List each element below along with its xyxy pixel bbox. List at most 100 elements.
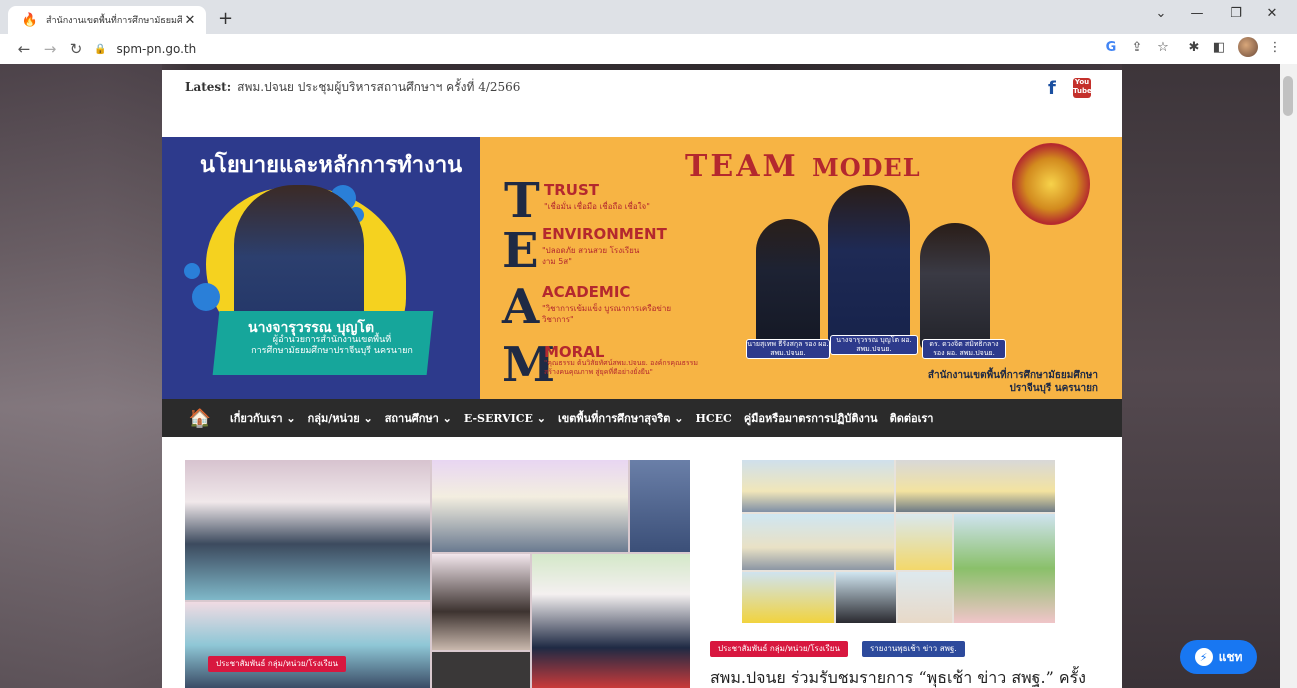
photo-collage-tile	[432, 554, 530, 650]
director-subtitle-line: การศึกษามัธยมศึกษาปราจีนบุรี นครนายก	[251, 346, 413, 356]
site-favicon-icon: 🔥	[21, 12, 39, 28]
browser-tab[interactable]: 🔥 สำนักงานเขตพื้นที่การศึกษามัธยมศึกษ ✕	[8, 6, 206, 34]
url-text: spm-pn.go.th	[116, 42, 197, 56]
messenger-icon: ⚡	[1194, 648, 1213, 666]
category-tag[interactable]: ประชาสัมพันธ์ กลุ่ม/หน่วย/โรงเรียน	[710, 641, 848, 657]
messenger-chat-button[interactable]: ⚡ แชท	[1180, 640, 1257, 674]
side-panel-icon[interactable]: ◧	[1210, 40, 1228, 55]
photo-collage-tile	[432, 652, 530, 688]
photo-collage-tile	[630, 460, 690, 552]
post-headline[interactable]: สพม.ปจนย ร่วมรับชมรายการ “พุธเช้า ข่าว ส…	[710, 666, 1086, 688]
photo-collage-tile	[742, 572, 834, 623]
browser-tab-strip: 🔥 สำนักงานเขตพื้นที่การศึกษามัธยมศึกษ ✕ …	[0, 0, 1297, 34]
decorative-circle	[192, 283, 220, 311]
team-word: TEAM	[685, 149, 799, 184]
deputy-photo	[920, 223, 990, 349]
office-emblem-icon	[1012, 143, 1090, 225]
value-letter: T	[504, 173, 540, 229]
bookmark-star-icon[interactable]: ☆	[1154, 40, 1172, 55]
address-bar: ← → ↻ 🔒 spm-pn.go.th G ⇪ ☆ ✱ ◧ ⋮	[0, 34, 1297, 65]
nav-item-groups[interactable]: กลุ่ม/หน่วย ⌄	[308, 409, 373, 427]
background-right-image	[1122, 64, 1280, 688]
value-subtitle: "คุณธรรม ต้นวิสัยทัศน์สพม.ปจนย. องค์กรคุ…	[544, 359, 698, 376]
forward-icon[interactable]: →	[40, 40, 60, 58]
value-heading: TRUST	[544, 181, 599, 199]
deputy-photo	[756, 219, 820, 349]
extensions-icon[interactable]: ✱	[1185, 40, 1203, 55]
value-heading: ACADEMIC	[542, 283, 631, 301]
url-field[interactable]: 🔒 spm-pn.go.th	[94, 38, 1094, 60]
nav-item-integrity[interactable]: เขตพื้นที่การศึกษาสุจริต ⌄	[558, 409, 684, 427]
latest-news-bar: Latest: สพม.ปจนย ประชุมผู้บริหารสถานศึกษ…	[162, 70, 1122, 104]
facebook-icon[interactable]: f	[1048, 78, 1056, 99]
tab-title: สำนักงานเขตพื้นที่การศึกษามัธยมศึกษ	[46, 16, 182, 26]
nav-item-hcec[interactable]: HCEC	[696, 412, 732, 425]
office-name-line: สำนักงานเขตพื้นที่การศึกษามัธยมศึกษา	[927, 370, 1098, 381]
post-image[interactable]	[742, 460, 1055, 623]
value-letter: E	[502, 223, 539, 279]
photo-collage-tile	[836, 572, 896, 623]
photo-collage-tile	[898, 572, 952, 623]
value-letter: A	[502, 279, 540, 335]
photo-caption: ดร. ดวงจิต สมิทธิกลาง รอง ผอ. สพม.ปจนย.	[922, 339, 1006, 359]
window-close-icon[interactable]: ✕	[1262, 6, 1282, 21]
photo-collage-tile	[185, 602, 430, 688]
latest-news-link[interactable]: สพม.ปจนย ประชุมผู้บริหารสถานศึกษาฯ ครั้ง…	[237, 78, 520, 97]
category-tag[interactable]: รายงานพุธเช้า ข่าว สพฐ.	[862, 641, 965, 657]
team-model-title: TEAM MODEL	[685, 149, 921, 184]
photo-collage-tile	[185, 460, 430, 600]
director-photo-right	[828, 185, 910, 349]
photo-collage-tile	[896, 514, 952, 570]
page-scrollbar[interactable]	[1280, 64, 1297, 688]
chat-label: แชท	[1218, 649, 1243, 664]
value-subtitle: "วิชาการเข้มแข็ง บูรณาการเครือข่ายวิชากา…	[542, 304, 672, 324]
category-tag[interactable]: ประชาสัมพันธ์ กลุ่ม/หน่วย/โรงเรียน	[208, 656, 346, 672]
youtube-icon[interactable]: You Tube	[1073, 78, 1092, 98]
nav-item-schools[interactable]: สถานศึกษา ⌄	[385, 409, 452, 427]
nav-item-eservice[interactable]: E-SERVICE ⌄	[464, 412, 546, 425]
photo-collage-tile	[742, 514, 894, 570]
lock-icon: 🔒	[94, 43, 107, 55]
director-subtitle: ผู้อำนวยการสำนักงานเขตพื้นที่ การศึกษามั…	[232, 335, 432, 357]
photo-collage-tile	[954, 514, 1055, 623]
director-subtitle-line: ผู้อำนวยการสำนักงานเขตพื้นที่	[272, 335, 392, 345]
restore-icon[interactable]: ❐	[1226, 6, 1246, 21]
photo-collage-tile	[896, 460, 1055, 512]
tab-search-icon[interactable]: ⌄	[1151, 6, 1171, 21]
photo-collage-tile	[532, 554, 690, 688]
nav-item-manual[interactable]: คู่มือหรือมาตรการปฏิบัติงาน	[744, 409, 878, 427]
value-subtitle: "ปลอดภัย สวนสวย โรงเรียนงาม 5ส"	[542, 246, 640, 266]
office-name: สำนักงานเขตพื้นที่การศึกษามัธยมศึกษา ปรา…	[918, 369, 1098, 395]
photo-collage-tile	[432, 460, 628, 552]
reload-icon[interactable]: ↻	[66, 40, 86, 58]
value-subtitle: "เชื่อมั่น เชื่อมือ เชื่อถือ เชื่อใจ"	[544, 202, 650, 211]
photo-collage-tile	[742, 460, 894, 512]
decorative-circle	[184, 263, 200, 279]
value-heading: ENVIRONMENT	[542, 225, 667, 243]
nav-item-about[interactable]: เกี่ยวกับเรา ⌄	[230, 409, 296, 427]
minimize-icon[interactable]: —	[1187, 6, 1207, 21]
new-tab-icon[interactable]: +	[218, 8, 233, 29]
home-icon[interactable]: 🏠	[182, 399, 218, 437]
main-navigation: 🏠 เกี่ยวกับเรา ⌄ กลุ่ม/หน่วย ⌄ สถานศึกษา…	[162, 399, 1122, 437]
featured-post-image[interactable]: ประชาสัมพันธ์ กลุ่ม/หน่วย/โรงเรียน	[185, 460, 690, 688]
menu-icon[interactable]: ⋮	[1266, 40, 1284, 55]
nav-item-contact[interactable]: ติดต่อเรา	[890, 409, 934, 427]
background-left-image	[0, 64, 162, 688]
google-translate-icon[interactable]: G	[1102, 40, 1120, 55]
page-container: Latest: สพม.ปจนย ประชุมผู้บริหารสถานศึกษ…	[162, 70, 1122, 688]
office-name-line: ปราจีนบุรี นครนายก	[1009, 383, 1099, 394]
banner-heading: นโยบายและหลักการทำงาน	[200, 153, 463, 178]
banner-left-panel: นโยบายและหลักการทำงาน นางจารุวรรณ บุญโต …	[162, 137, 480, 399]
share-icon[interactable]: ⇪	[1128, 40, 1146, 55]
banner-right-panel: TEAM MODEL T TRUST "เชื่อมั่น เชื่อมือ เ…	[480, 137, 1122, 399]
profile-avatar[interactable]	[1238, 37, 1258, 57]
hero-banner: นโยบายและหลักการทำงาน นางจารุวรรณ บุญโต …	[162, 137, 1122, 399]
page-viewport: Latest: สพม.ปจนย ประชุมผู้บริหารสถานศึกษ…	[0, 64, 1280, 688]
back-icon[interactable]: ←	[14, 40, 34, 58]
scrollbar-thumb[interactable]	[1283, 76, 1293, 116]
model-word: MODEL	[812, 153, 921, 182]
photo-caption: นายสุเทพ ธีรังสกุล รอง ผอ. สพม.ปจนย.	[746, 339, 830, 359]
latest-label: Latest:	[185, 80, 232, 94]
tab-close-icon[interactable]: ✕	[182, 13, 198, 28]
